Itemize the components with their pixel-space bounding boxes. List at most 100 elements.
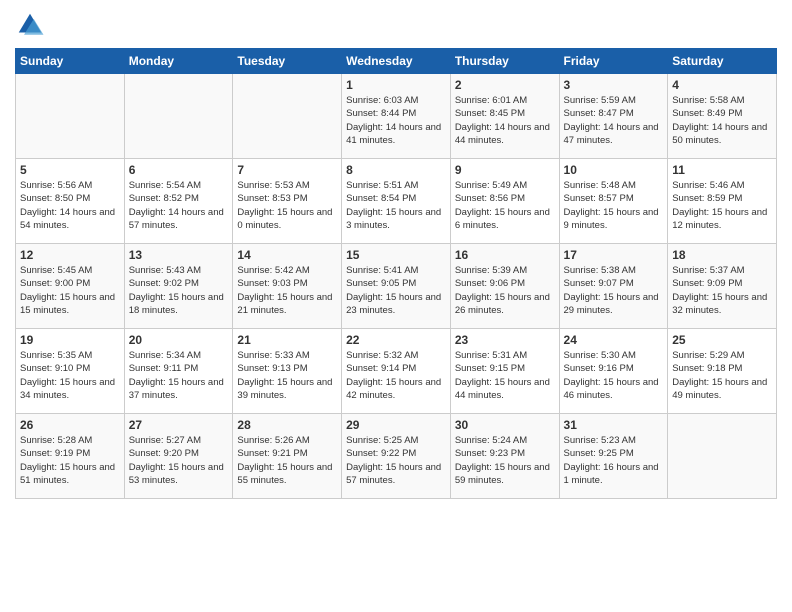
day-number: 30 (455, 418, 555, 432)
calendar-cell (16, 74, 125, 159)
weekday-header: Thursday (450, 49, 559, 74)
calendar-cell: 11 Sunrise: 5:46 AM Sunset: 8:59 PM Dayli… (668, 159, 777, 244)
day-number: 31 (564, 418, 664, 432)
day-number: 29 (346, 418, 446, 432)
calendar-cell: 3 Sunrise: 5:59 AM Sunset: 8:47 PM Daylig… (559, 74, 668, 159)
day-number: 10 (564, 163, 664, 177)
day-number: 12 (20, 248, 120, 262)
calendar-cell: 12 Sunrise: 5:45 AM Sunset: 9:00 PM Dayli… (16, 244, 125, 329)
day-info: Sunrise: 5:42 AM Sunset: 9:03 PM Dayligh… (237, 264, 337, 317)
calendar-week-row: 5Sunrise: 5:56 AM Sunset: 8:50 PM Daylig… (16, 159, 777, 244)
day-number: 4 (672, 78, 772, 92)
day-info: Sunrise: 5:46 AM Sunset: 8:59 PM Dayligh… (672, 179, 772, 232)
calendar-cell: 1Sunrise: 6:03 AM Sunset: 8:44 PM Daylig… (342, 74, 451, 159)
calendar-header: SundayMondayTuesdayWednesdayThursdayFrid… (16, 49, 777, 74)
logo (15, 10, 49, 40)
day-info: Sunrise: 5:32 AM Sunset: 9:14 PM Dayligh… (346, 349, 446, 402)
calendar-cell: 9 Sunrise: 5:49 AM Sunset: 8:56 PM Daylig… (450, 159, 559, 244)
day-info: Sunrise: 5:25 AM Sunset: 9:22 PM Dayligh… (346, 434, 446, 487)
day-info: Sunrise: 6:01 AM Sunset: 8:45 PM Dayligh… (455, 94, 555, 147)
weekday-header: Friday (559, 49, 668, 74)
day-info: Sunrise: 5:38 AM Sunset: 9:07 PM Dayligh… (564, 264, 664, 317)
calendar-cell (668, 414, 777, 499)
day-info: Sunrise: 5:30 AM Sunset: 9:16 PM Dayligh… (564, 349, 664, 402)
day-number: 24 (564, 333, 664, 347)
day-info: Sunrise: 5:33 AM Sunset: 9:13 PM Dayligh… (237, 349, 337, 402)
day-info: Sunrise: 5:39 AM Sunset: 9:06 PM Dayligh… (455, 264, 555, 317)
calendar-cell: 31 Sunrise: 5:23 AM Sunset: 9:25 PM Dayli… (559, 414, 668, 499)
day-info: Sunrise: 5:53 AM Sunset: 8:53 PM Dayligh… (237, 179, 337, 232)
calendar-cell: 4 Sunrise: 5:58 AM Sunset: 8:49 PM Daylig… (668, 74, 777, 159)
day-number: 6 (129, 163, 229, 177)
day-info: Sunrise: 5:29 AM Sunset: 9:18 PM Dayligh… (672, 349, 772, 402)
calendar-cell: 8Sunrise: 5:51 AM Sunset: 8:54 PM Daylig… (342, 159, 451, 244)
header-row: SundayMondayTuesdayWednesdayThursdayFrid… (16, 49, 777, 74)
calendar-body: 1Sunrise: 6:03 AM Sunset: 8:44 PM Daylig… (16, 74, 777, 499)
calendar-cell: 2 Sunrise: 6:01 AM Sunset: 8:45 PM Daylig… (450, 74, 559, 159)
calendar-week-row: 1Sunrise: 6:03 AM Sunset: 8:44 PM Daylig… (16, 74, 777, 159)
calendar-cell: 19Sunrise: 5:35 AM Sunset: 9:10 PM Dayli… (16, 329, 125, 414)
day-number: 7 (237, 163, 337, 177)
day-number: 3 (564, 78, 664, 92)
weekday-header: Sunday (16, 49, 125, 74)
day-number: 2 (455, 78, 555, 92)
calendar-cell: 26Sunrise: 5:28 AM Sunset: 9:19 PM Dayli… (16, 414, 125, 499)
day-info: Sunrise: 5:54 AM Sunset: 8:52 PM Dayligh… (129, 179, 229, 232)
calendar-cell: 29 Sunrise: 5:25 AM Sunset: 9:22 PM Dayli… (342, 414, 451, 499)
weekday-header: Wednesday (342, 49, 451, 74)
day-info: Sunrise: 5:26 AM Sunset: 9:21 PM Dayligh… (237, 434, 337, 487)
calendar-cell: 17 Sunrise: 5:38 AM Sunset: 9:07 PM Dayli… (559, 244, 668, 329)
day-number: 14 (237, 248, 337, 262)
day-info: Sunrise: 5:45 AM Sunset: 9:00 PM Dayligh… (20, 264, 120, 317)
day-number: 27 (129, 418, 229, 432)
day-number: 16 (455, 248, 555, 262)
logo-icon (15, 10, 45, 40)
calendar-cell: 15 Sunrise: 5:41 AM Sunset: 9:05 PM Dayli… (342, 244, 451, 329)
day-info: Sunrise: 5:49 AM Sunset: 8:56 PM Dayligh… (455, 179, 555, 232)
day-info: Sunrise: 5:58 AM Sunset: 8:49 PM Dayligh… (672, 94, 772, 147)
day-number: 26 (20, 418, 120, 432)
weekday-header: Monday (124, 49, 233, 74)
day-number: 25 (672, 333, 772, 347)
weekday-header: Tuesday (233, 49, 342, 74)
calendar-cell: 21 Sunrise: 5:33 AM Sunset: 9:13 PM Dayli… (233, 329, 342, 414)
day-number: 23 (455, 333, 555, 347)
calendar-cell: 20 Sunrise: 5:34 AM Sunset: 9:11 PM Dayli… (124, 329, 233, 414)
day-number: 17 (564, 248, 664, 262)
day-info: Sunrise: 5:31 AM Sunset: 9:15 PM Dayligh… (455, 349, 555, 402)
day-info: Sunrise: 5:48 AM Sunset: 8:57 PM Dayligh… (564, 179, 664, 232)
day-info: Sunrise: 5:43 AM Sunset: 9:02 PM Dayligh… (129, 264, 229, 317)
calendar-week-row: 12 Sunrise: 5:45 AM Sunset: 9:00 PM Dayli… (16, 244, 777, 329)
calendar-table: SundayMondayTuesdayWednesdayThursdayFrid… (15, 48, 777, 499)
day-info: Sunrise: 5:59 AM Sunset: 8:47 PM Dayligh… (564, 94, 664, 147)
calendar-cell: 24 Sunrise: 5:30 AM Sunset: 9:16 PM Dayli… (559, 329, 668, 414)
day-number: 1 (346, 78, 446, 92)
day-number: 5 (20, 163, 120, 177)
day-number: 28 (237, 418, 337, 432)
calendar-cell (233, 74, 342, 159)
calendar-cell: 18Sunrise: 5:37 AM Sunset: 9:09 PM Dayli… (668, 244, 777, 329)
day-info: Sunrise: 5:27 AM Sunset: 9:20 PM Dayligh… (129, 434, 229, 487)
day-number: 11 (672, 163, 772, 177)
day-number: 21 (237, 333, 337, 347)
calendar-cell: 5Sunrise: 5:56 AM Sunset: 8:50 PM Daylig… (16, 159, 125, 244)
calendar-cell: 16 Sunrise: 5:39 AM Sunset: 9:06 PM Dayli… (450, 244, 559, 329)
calendar-week-row: 26Sunrise: 5:28 AM Sunset: 9:19 PM Dayli… (16, 414, 777, 499)
calendar-cell: 14 Sunrise: 5:42 AM Sunset: 9:03 PM Dayli… (233, 244, 342, 329)
calendar-cell (124, 74, 233, 159)
calendar-cell: 10 Sunrise: 5:48 AM Sunset: 8:57 PM Dayli… (559, 159, 668, 244)
day-number: 9 (455, 163, 555, 177)
day-info: Sunrise: 5:51 AM Sunset: 8:54 PM Dayligh… (346, 179, 446, 232)
day-info: Sunrise: 5:23 AM Sunset: 9:25 PM Dayligh… (564, 434, 664, 487)
calendar-cell: 30Sunrise: 5:24 AM Sunset: 9:23 PM Dayli… (450, 414, 559, 499)
calendar-cell: 22Sunrise: 5:32 AM Sunset: 9:14 PM Dayli… (342, 329, 451, 414)
weekday-header: Saturday (668, 49, 777, 74)
day-number: 20 (129, 333, 229, 347)
calendar-cell: 25 Sunrise: 5:29 AM Sunset: 9:18 PM Dayli… (668, 329, 777, 414)
day-info: Sunrise: 5:34 AM Sunset: 9:11 PM Dayligh… (129, 349, 229, 402)
calendar-cell: 27 Sunrise: 5:27 AM Sunset: 9:20 PM Dayli… (124, 414, 233, 499)
day-number: 15 (346, 248, 446, 262)
calendar-cell: 6 Sunrise: 5:54 AM Sunset: 8:52 PM Daylig… (124, 159, 233, 244)
day-info: Sunrise: 5:35 AM Sunset: 9:10 PM Dayligh… (20, 349, 120, 402)
day-info: Sunrise: 5:41 AM Sunset: 9:05 PM Dayligh… (346, 264, 446, 317)
